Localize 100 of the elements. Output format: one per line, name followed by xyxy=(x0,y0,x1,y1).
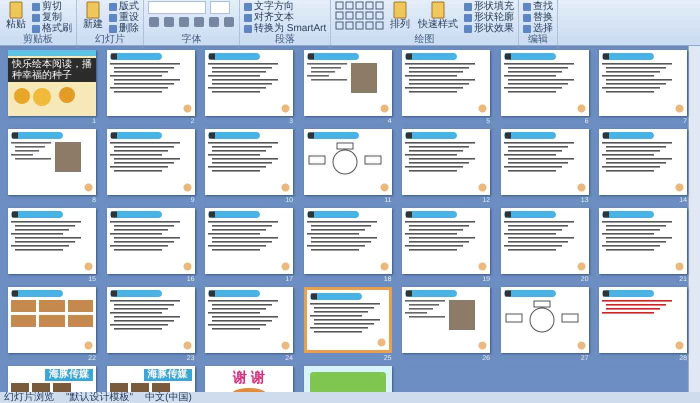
ribbon-small-button[interactable]: 删除 xyxy=(109,23,139,34)
ribbon-small-button[interactable]: 选择 xyxy=(523,23,554,34)
slide-thumbnail[interactable] xyxy=(205,50,293,116)
slide-header-bar xyxy=(405,290,457,297)
slide-thumbnail[interactable] xyxy=(402,287,490,353)
slide-header-bar xyxy=(405,53,457,60)
text-lines-drawing xyxy=(602,63,672,95)
text-lines-drawing xyxy=(110,142,180,174)
slide-header-bar xyxy=(504,290,556,297)
ribbon-button-icon xyxy=(85,1,101,19)
status-text: "默认设计模板" xyxy=(66,392,134,403)
ribbon-small-button[interactable]: 文字方向 xyxy=(244,1,326,12)
slide-thumbnail[interactable] xyxy=(402,208,490,274)
mascot-icon xyxy=(380,262,388,271)
slide-thumbnail[interactable] xyxy=(402,129,490,195)
mascot-icon xyxy=(182,183,192,192)
text-lines-drawing xyxy=(405,221,475,253)
slide-header-bar xyxy=(405,132,457,139)
book-cover-placeholder xyxy=(39,300,65,312)
ribbon-large-button[interactable]: 排列 xyxy=(388,1,412,30)
ribbon-small-button[interactable]: 重设 xyxy=(109,12,139,23)
text-lines-drawing xyxy=(110,300,180,332)
text-lines-drawing xyxy=(208,142,278,174)
font-size-field[interactable] xyxy=(210,1,230,14)
slide-thumbnail[interactable] xyxy=(304,287,392,353)
ribbon-group-label: 剪贴板 xyxy=(22,34,54,45)
slide-thumbnail[interactable] xyxy=(599,287,687,353)
slide-thumbnail[interactable] xyxy=(599,50,687,116)
slide-thumbnail[interactable] xyxy=(8,129,96,195)
slide-thumbnail[interactable] xyxy=(106,129,194,195)
ribbon-small-button[interactable]: 形状填充 xyxy=(464,1,514,12)
slide-thumbnail[interactable] xyxy=(500,287,588,353)
mascot-icon xyxy=(675,262,684,271)
slide-header-bar xyxy=(504,211,556,218)
text-lines-drawing xyxy=(11,221,81,253)
slide-thumbnail[interactable] xyxy=(304,208,392,274)
slide-thumbnail[interactable] xyxy=(500,208,588,274)
slide-header-bar xyxy=(602,290,654,297)
ribbon-small-button[interactable]: 查找 xyxy=(523,1,554,12)
slide-header-bar xyxy=(208,211,260,218)
slide-header-bar xyxy=(208,132,260,139)
ribbon-small-button[interactable]: 替换 xyxy=(523,12,554,23)
text-lines-drawing xyxy=(110,221,180,253)
slide-thumbnail[interactable]: 快乐绘本阅读，播种幸福的种子 xyxy=(8,50,96,116)
ribbon-small-button[interactable]: 剪切 xyxy=(32,1,72,12)
slide-thumbnail[interactable] xyxy=(8,287,96,353)
mascot-icon xyxy=(478,104,487,113)
slide-thumbnail[interactable] xyxy=(106,287,194,353)
text-lines-drawing xyxy=(11,142,51,162)
mascot-icon xyxy=(281,262,290,271)
mascot-icon xyxy=(376,338,386,347)
slide-thumbnail[interactable]: 谢 谢 xyxy=(205,366,293,392)
slide-thumbnail[interactable] xyxy=(402,50,490,116)
slide-thumbnail[interactable] xyxy=(304,129,392,195)
mascot-icon xyxy=(281,183,290,192)
slide-thumbnail[interactable] xyxy=(599,129,687,195)
mascot-icon xyxy=(182,341,192,350)
text-lines-drawing xyxy=(504,63,574,95)
mascot-icon xyxy=(675,183,684,192)
font-name-field[interactable] xyxy=(148,1,206,14)
mascot-icon xyxy=(84,183,93,192)
ribbon-button-icon xyxy=(392,1,408,19)
text-lines-drawing xyxy=(110,63,180,95)
ribbon-group-label: 段落 xyxy=(274,34,296,45)
mascot-icon xyxy=(84,341,93,350)
text-lines-drawing xyxy=(602,142,672,174)
ribbon-small-button[interactable]: 版式 xyxy=(109,1,139,12)
slide-thumbnail[interactable] xyxy=(106,50,194,116)
slide-thumbnail[interactable] xyxy=(106,208,194,274)
mascot-icon xyxy=(576,183,586,192)
slide-thumbnail[interactable] xyxy=(205,208,293,274)
ribbon-small-button[interactable]: 对齐文本 xyxy=(244,12,326,23)
slide-thumbnail[interactable] xyxy=(500,129,588,195)
ribbon-large-button[interactable]: 快速样式 xyxy=(416,1,460,30)
ribbon-group-label: 字体 xyxy=(180,34,202,45)
slide-thumbnail[interactable] xyxy=(599,208,687,274)
mascot-icon xyxy=(281,341,290,350)
mascot-icon xyxy=(380,183,388,192)
ribbon-large-button[interactable]: 新建 xyxy=(81,1,105,30)
text-lines-drawing xyxy=(208,300,278,332)
slide-thumbnail[interactable] xyxy=(8,208,96,274)
mascot-icon xyxy=(478,341,487,350)
slide-header-bar xyxy=(110,53,162,60)
ribbon-large-button[interactable]: 粘贴 xyxy=(4,1,28,30)
scrollbar[interactable] xyxy=(688,46,700,392)
slide-thumbnail[interactable] xyxy=(500,50,588,116)
text-lines-drawing xyxy=(310,303,380,335)
ribbon-small-button[interactable]: 格式刷 xyxy=(32,23,72,34)
slide-thumbnail[interactable] xyxy=(205,129,293,195)
ribbon-small-button[interactable]: 复制 xyxy=(32,12,72,23)
slide-header-bar xyxy=(11,132,63,139)
ribbon-small-button[interactable]: 形状效果 xyxy=(464,23,514,34)
slide-header-bar xyxy=(110,211,162,218)
slide-thumbnail[interactable] xyxy=(304,50,392,116)
ribbon-small-button[interactable]: 形状轮廓 xyxy=(464,12,514,23)
text-lines-drawing xyxy=(405,300,445,320)
ribbon-small-button[interactable]: 转换为 SmartArt xyxy=(244,23,326,34)
thanks-title: 谢 谢 xyxy=(233,369,265,385)
slide-thumbnail[interactable] xyxy=(205,287,293,353)
ribbon-group-label: 编辑 xyxy=(527,34,550,45)
